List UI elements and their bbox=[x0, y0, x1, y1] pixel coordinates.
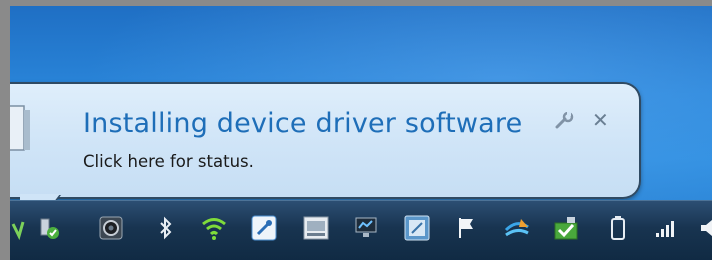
show-desktop-icon[interactable] bbox=[10, 214, 32, 242]
notification-status-link[interactable]: Click here for status. bbox=[83, 152, 254, 171]
volume-icon[interactable] bbox=[694, 214, 712, 242]
battery-icon[interactable] bbox=[604, 214, 632, 242]
close-icon[interactable]: ✕ bbox=[592, 110, 609, 130]
wifi-icon[interactable] bbox=[200, 214, 228, 242]
webcam-icon[interactable] bbox=[97, 214, 125, 242]
signal-strength-icon[interactable] bbox=[653, 214, 681, 242]
window-manager-icon[interactable] bbox=[302, 214, 330, 242]
wrench-icon[interactable] bbox=[554, 112, 576, 130]
settings-app-icon[interactable] bbox=[403, 214, 431, 242]
sync-icon[interactable] bbox=[503, 214, 531, 242]
action-center-flag-icon[interactable] bbox=[453, 214, 481, 242]
desktop: Installing device driver software Click … bbox=[10, 6, 712, 260]
network-monitor-icon[interactable] bbox=[352, 214, 380, 242]
bluetooth-icon[interactable] bbox=[152, 214, 180, 242]
notification-balloon[interactable]: Installing device driver software Click … bbox=[10, 82, 641, 199]
device-install-icon[interactable] bbox=[552, 214, 580, 242]
device-icon bbox=[10, 105, 30, 151]
tools-icon[interactable] bbox=[250, 214, 278, 242]
notification-title[interactable]: Installing device driver software bbox=[83, 108, 522, 139]
usb-safely-remove-icon[interactable] bbox=[34, 214, 62, 242]
